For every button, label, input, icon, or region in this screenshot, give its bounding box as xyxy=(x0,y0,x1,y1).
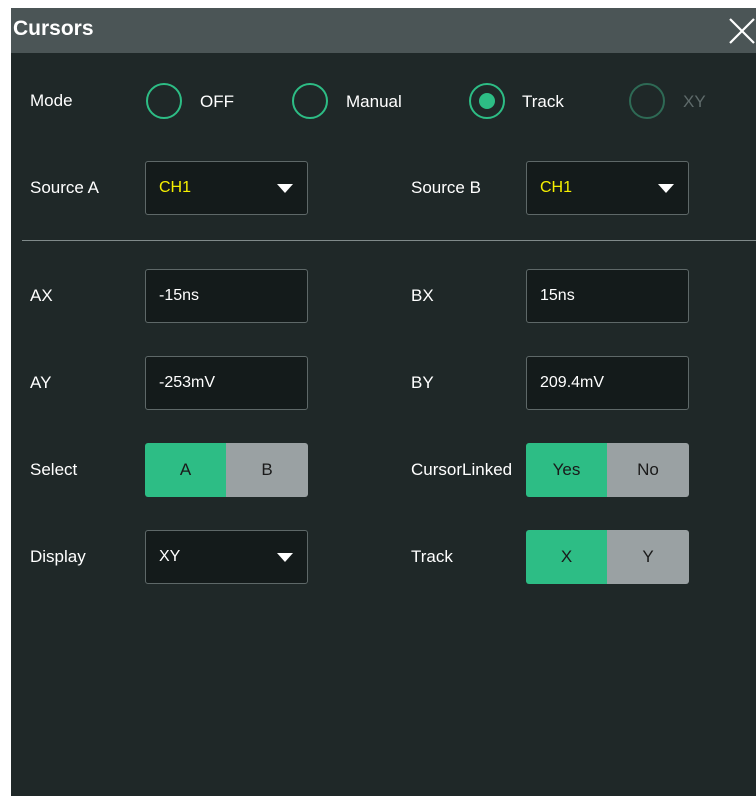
mode-off-label[interactable]: OFF xyxy=(200,92,234,112)
by-value: 209.4mV xyxy=(540,374,605,391)
ay-input[interactable]: -253mV xyxy=(145,356,308,410)
track-segmented-control: X Y xyxy=(526,530,689,584)
source-a-value: CH1 xyxy=(159,179,192,196)
mode-label: Mode xyxy=(30,91,73,110)
cursors-dialog: Cursors Mode OFF Manual Track XY Source … xyxy=(11,8,756,796)
select-segmented-control: A B xyxy=(145,443,308,497)
caret-down-icon xyxy=(277,553,293,562)
section-divider xyxy=(22,240,756,241)
cursor-linked-segmented-control: Yes No xyxy=(526,443,689,497)
select-label: Select xyxy=(30,460,78,479)
mode-manual-label[interactable]: Manual xyxy=(346,92,402,112)
mode-manual-radio[interactable] xyxy=(292,83,328,119)
bx-value: 15ns xyxy=(540,287,575,304)
ax-input[interactable]: -15ns xyxy=(145,269,308,323)
source-b-value: CH1 xyxy=(540,179,573,196)
title-bar: Cursors xyxy=(11,8,756,53)
source-a-label: Source A xyxy=(30,178,99,197)
cursor-linked-yes-button[interactable]: Yes xyxy=(526,443,607,497)
track-label: Track xyxy=(411,547,453,566)
mode-track-radio[interactable] xyxy=(469,83,505,119)
select-a-button[interactable]: A xyxy=(145,443,226,497)
by-label: BY xyxy=(411,373,434,392)
caret-down-icon xyxy=(277,184,293,193)
source-b-label: Source B xyxy=(411,178,481,197)
cursor-linked-no-button[interactable]: No xyxy=(607,443,689,497)
track-x-button[interactable]: X xyxy=(526,530,607,584)
display-value: XY xyxy=(159,548,181,565)
caret-down-icon xyxy=(658,184,674,193)
display-label: Display xyxy=(30,547,86,566)
mode-track-label[interactable]: Track xyxy=(522,92,564,112)
track-y-button[interactable]: Y xyxy=(607,530,689,584)
ax-label: AX xyxy=(30,286,53,305)
radio-selected-dot xyxy=(479,93,495,109)
select-b-button[interactable]: B xyxy=(226,443,308,497)
source-b-dropdown[interactable]: CH1 xyxy=(526,161,689,215)
ax-value: -15ns xyxy=(159,287,200,304)
dialog-title: Cursors xyxy=(13,17,94,40)
bx-label: BX xyxy=(411,286,434,305)
mode-off-radio[interactable] xyxy=(146,83,182,119)
mode-xy-label: XY xyxy=(683,92,706,111)
ay-label: AY xyxy=(30,373,52,392)
bx-input[interactable]: 15ns xyxy=(526,269,689,323)
mode-xy-radio xyxy=(629,83,665,119)
ay-value: -253mV xyxy=(159,374,216,391)
cursor-linked-label: CursorLinked xyxy=(411,460,513,479)
display-dropdown[interactable]: XY xyxy=(145,530,308,584)
close-icon[interactable] xyxy=(726,15,756,47)
source-a-dropdown[interactable]: CH1 xyxy=(145,161,308,215)
by-input[interactable]: 209.4mV xyxy=(526,356,689,410)
